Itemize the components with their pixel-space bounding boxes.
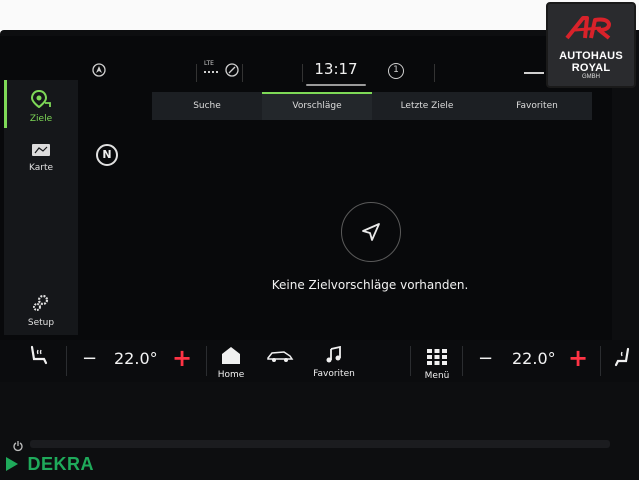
seat-heating-left-icon[interactable] (26, 344, 50, 368)
nav-item-karte[interactable]: Karte (4, 142, 78, 173)
dekra-watermark: DEKRA (4, 454, 94, 475)
destination-pin-icon (30, 89, 51, 109)
menu-handle-icon[interactable] (524, 72, 544, 74)
navigation-arrow-circle (341, 202, 401, 262)
status-separator (196, 64, 197, 82)
map-icon (32, 144, 50, 156)
bar-separator (410, 346, 411, 376)
navigation-status-icon (92, 63, 106, 77)
notification-count: 1 (393, 65, 399, 75)
dealer-logo: AUTOHAUS ROYAL GMBH (546, 2, 636, 88)
temp-right-decrease-button[interactable]: − (478, 348, 493, 369)
infotainment-screen (0, 36, 612, 381)
status-separator (242, 64, 243, 82)
lower-trim-strip (30, 440, 610, 448)
menu-label: Menü (424, 371, 450, 381)
bar-separator (206, 346, 207, 376)
seat-heating-right-icon[interactable] (614, 346, 636, 370)
dekra-logo-icon (6, 457, 18, 471)
clock-underline (306, 84, 366, 86)
ar-logo-icon (565, 16, 611, 40)
dekra-text: DEKRA (27, 454, 95, 474)
destination-tabs: Suche Vorschläge Letzte Ziele Favoriten (152, 92, 592, 120)
media-label: Favoriten (313, 369, 355, 379)
clock: 13:17 (314, 60, 358, 78)
menu-button[interactable]: Menü (420, 348, 454, 381)
compass-icon[interactable]: N (96, 144, 118, 166)
navigation-arrow-icon (362, 223, 380, 241)
home-label: Home (217, 370, 245, 380)
temp-right-value: 22.0° (512, 349, 556, 368)
music-note-icon (326, 345, 341, 363)
tab-vorschlaege[interactable]: Vorschläge (262, 92, 372, 120)
temp-right-increase-button[interactable]: + (568, 344, 588, 372)
media-favorites-button[interactable]: Favoriten (312, 345, 356, 379)
nav-item-ziele[interactable]: Ziele (4, 89, 78, 124)
bar-separator (600, 346, 601, 376)
car-icon[interactable] (266, 349, 294, 363)
nav-label-setup: Setup (27, 318, 55, 328)
notification-badge[interactable]: 1 (388, 63, 404, 79)
grid-menu-icon (427, 349, 447, 365)
home-icon (222, 347, 240, 364)
signal-dots-icon (204, 71, 218, 73)
status-separator (434, 64, 435, 82)
dealer-name: AUTOHAUS ROYAL (559, 50, 623, 74)
gears-icon (33, 294, 49, 311)
network-label: LTE (204, 60, 214, 67)
temp-left-decrease-button[interactable]: − (82, 348, 97, 369)
temp-left-increase-button[interactable]: + (172, 344, 192, 372)
nav-item-setup[interactable]: Setup (4, 294, 78, 328)
temp-left-value: 22.0° (114, 349, 158, 368)
status-separator (302, 64, 303, 82)
tab-letzte-ziele[interactable]: Letzte Ziele (372, 92, 482, 120)
left-navigation: Ziele Karte Setup (4, 80, 78, 335)
nav-label-ziele: Ziele (29, 114, 53, 124)
nav-label-karte: Karte (28, 163, 54, 173)
top-background (0, 0, 639, 30)
dealer-subtitle: GMBH (582, 74, 600, 80)
empty-state-message: Keine Zielvorschläge vorhanden. (271, 278, 469, 292)
tab-suche[interactable]: Suche (152, 92, 262, 120)
bar-separator (462, 346, 463, 376)
gps-satellite-icon (225, 63, 239, 77)
home-button[interactable]: Home (214, 345, 248, 380)
bar-separator (66, 346, 67, 376)
tab-favoriten[interactable]: Favoriten (482, 92, 592, 120)
power-icon[interactable] (12, 440, 24, 452)
